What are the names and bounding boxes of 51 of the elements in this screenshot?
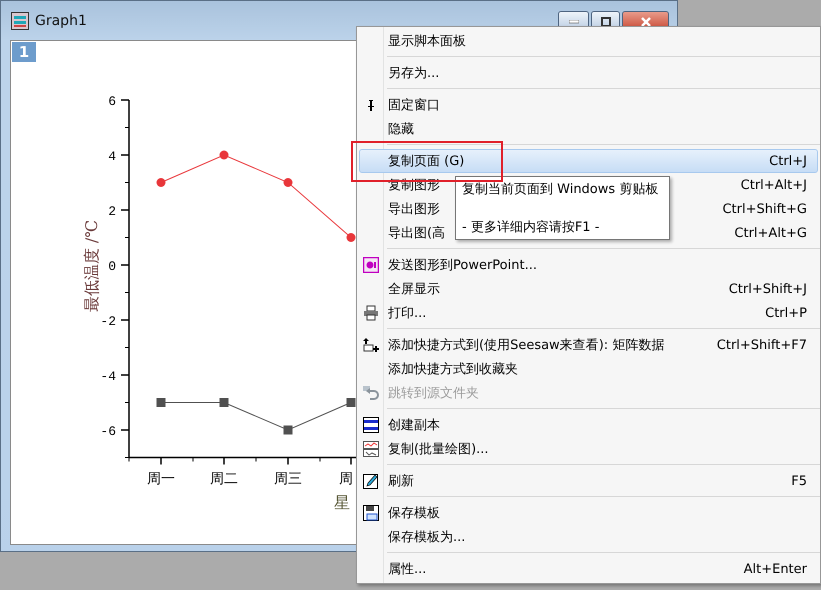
- duplicate-icon: [363, 417, 379, 433]
- printer-icon: [363, 305, 379, 321]
- menu-item[interactable]: 刷新 F5: [359, 469, 818, 493]
- tick-label: 周一: [147, 471, 175, 487]
- tick-label: -6: [100, 424, 116, 439]
- tick-label: -4: [100, 369, 116, 384]
- shortcut-add-icon: [363, 337, 379, 353]
- data-point: [220, 150, 228, 160]
- tick-label: 2: [108, 204, 116, 219]
- slide-icon: [363, 257, 379, 273]
- y-axis-title: 最低温度 /℃: [82, 220, 101, 312]
- tooltip-text: 复制当前页面到 Windows 剪贴板: [462, 181, 660, 198]
- tick-label: -2: [100, 314, 116, 329]
- tick-label: 周: [339, 471, 353, 487]
- tick-label: 周二: [210, 471, 238, 487]
- menu-item[interactable]: 保存模板: [359, 501, 818, 525]
- menu-item[interactable]: 隐藏: [359, 117, 818, 141]
- return-arrow-icon: [363, 385, 379, 401]
- data-point: [156, 398, 166, 407]
- x-axis-title: 星: [334, 493, 350, 512]
- tooltip-text: - 更多详细内容请按F1 -: [462, 219, 600, 236]
- menu-item[interactable]: 保存模板为...: [359, 525, 818, 549]
- data-point: [284, 426, 292, 434]
- menu-item[interactable]: 打印... Ctrl+P: [359, 301, 818, 325]
- tick-label: 周三: [274, 471, 302, 487]
- data-point: [346, 233, 356, 242]
- menu-item[interactable]: 固定窗口: [359, 93, 818, 117]
- data-point: [284, 178, 292, 187]
- maximize-icon: [600, 17, 610, 27]
- pen-icon: [363, 473, 379, 489]
- menu-item[interactable]: 复制(批量绘图)...: [359, 437, 818, 461]
- data-point: [156, 178, 166, 187]
- menu-item[interactable]: 属性... Alt+Enter: [359, 557, 818, 581]
- data-point: [220, 398, 228, 407]
- save-icon: [363, 505, 379, 521]
- menu-item[interactable]: 全屏显示 Ctrl+Shift+J: [359, 277, 818, 301]
- window-title: Graph1: [35, 12, 87, 28]
- batch-graph-icon: [363, 441, 379, 457]
- menu-item[interactable]: 添加快捷方式到(使用Seesaw来查看): 矩阵数据 Ctrl+Shift+F7: [359, 333, 818, 357]
- menu-item[interactable]: 另存为...: [359, 61, 818, 85]
- menu-item[interactable]: 复制页面 (G) Ctrl+J: [359, 149, 818, 173]
- data-point: [346, 398, 356, 407]
- menu-item[interactable]: 发送图形到PowerPoint...: [359, 253, 818, 277]
- tick-label: 6: [108, 94, 116, 109]
- graph-window-icon: [11, 12, 29, 30]
- tick-label: 4: [108, 149, 116, 164]
- minimize-icon: [568, 20, 578, 24]
- menu-item[interactable]: 显示脚本面板: [359, 29, 818, 53]
- menu-item[interactable]: 创建副本: [359, 413, 818, 437]
- menu-item[interactable]: 添加快捷方式到收藏夹: [359, 357, 818, 381]
- tick-label: 0: [108, 259, 116, 274]
